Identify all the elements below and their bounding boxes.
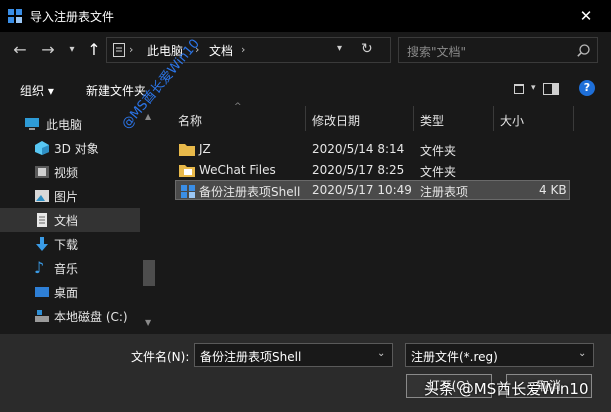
- picture-icon: [35, 190, 49, 202]
- nav-item-documents[interactable]: 文档: [0, 208, 140, 232]
- nav-item-label: 下载: [54, 238, 79, 252]
- address-history-chevron-icon[interactable]: ▾: [337, 43, 342, 54]
- folder-icon: [179, 144, 195, 156]
- search-box[interactable]: 搜索"文档": [398, 37, 598, 63]
- video-icon: [35, 166, 49, 178]
- column-divider[interactable]: [493, 106, 494, 131]
- filetype-value: 注册文件(*.reg): [411, 350, 498, 364]
- filename-input[interactable]: 备份注册表项Shell ⌄: [194, 343, 393, 367]
- nav-item-label: 文档: [54, 214, 79, 228]
- preview-pane-icon[interactable]: [543, 83, 559, 95]
- view-options-icon[interactable]: [514, 82, 528, 96]
- nav-item-local-disk-c[interactable]: 本地磁盘 (C:): [0, 304, 140, 328]
- view-options-chevron-icon[interactable]: ▾: [531, 83, 536, 93]
- back-arrow-icon[interactable]: ←: [10, 40, 30, 60]
- pc-icon: [25, 118, 39, 130]
- column-header-name[interactable]: 名称: [178, 112, 202, 134]
- watermark-footer: 头条 @MS酋长爱Win10: [424, 380, 589, 398]
- file-type: 文件夹: [420, 165, 457, 179]
- file-date: 2020/5/17 10:49: [312, 183, 412, 197]
- column-header-date[interactable]: 修改日期: [312, 112, 360, 134]
- file-row-backup-registry-shell[interactable]: 备份注册表项Shell 2020/5/17 10:49 注册表项 4 KB: [175, 180, 570, 200]
- forward-arrow-icon[interactable]: →: [38, 40, 58, 60]
- file-type: 注册表项: [420, 185, 469, 199]
- nav-item-3d-objects[interactable]: 3D 对象: [0, 136, 140, 160]
- nav-item-music[interactable]: ♪ 音乐: [0, 256, 140, 280]
- cube-icon: [35, 141, 49, 155]
- file-date: 2020/5/17 8:25: [312, 163, 405, 177]
- nav-item-label: 本地磁盘 (C:): [54, 310, 128, 324]
- nav-item-label: 图片: [54, 190, 79, 204]
- file-row-wechat-files[interactable]: WeChat Files 2020/5/17 8:25 文件夹: [175, 160, 570, 180]
- filename-history-chevron-icon[interactable]: ⌄: [377, 348, 385, 359]
- file-type: 文件夹: [420, 144, 457, 158]
- breadcrumb-separator-icon: ›: [129, 43, 134, 56]
- column-header-type[interactable]: 类型: [420, 112, 444, 134]
- up-arrow-icon[interactable]: ↑: [84, 40, 104, 60]
- nav-item-label: 视频: [54, 166, 79, 180]
- help-icon[interactable]: ?: [579, 80, 595, 96]
- file-name: 备份注册表项Shell: [199, 185, 301, 199]
- search-icon[interactable]: [577, 44, 590, 57]
- close-button[interactable]: ✕: [573, 4, 599, 28]
- filetype-select[interactable]: 注册文件(*.reg) ⌄: [405, 343, 594, 367]
- title-bar: 导入注册表文件 ✕: [0, 0, 611, 32]
- filetype-chevron-icon[interactable]: ⌄: [578, 348, 586, 359]
- breadcrumb-documents[interactable]: 文档: [209, 42, 233, 59]
- file-size: 4 KB: [539, 183, 567, 197]
- file-list: [160, 104, 611, 330]
- column-divider[interactable]: [573, 106, 574, 131]
- refresh-icon[interactable]: ↻: [361, 41, 373, 57]
- nav-item-label: 3D 对象: [54, 142, 99, 156]
- sort-ascending-icon: ^: [234, 102, 242, 112]
- nav-item-downloads[interactable]: 下载: [0, 232, 140, 256]
- command-toolbar: 组织 ▾ 新建文件夹 ▾ ?: [0, 74, 611, 104]
- desktop-icon: [35, 287, 49, 297]
- nav-pane-scrollbar[interactable]: [141, 112, 157, 326]
- folder-icon: [179, 165, 195, 177]
- file-date: 2020/5/14 8:14: [312, 142, 405, 156]
- music-icon: ♪: [34, 258, 45, 277]
- document-location-icon: [113, 43, 125, 57]
- organize-button[interactable]: 组织 ▾: [20, 82, 54, 99]
- nav-item-label: 音乐: [54, 262, 79, 276]
- drive-icon: [35, 310, 49, 322]
- column-header-size[interactable]: 大小: [500, 112, 524, 134]
- nav-item-pictures[interactable]: 图片: [0, 184, 140, 208]
- address-bar[interactable]: › 此电脑 › 文档 › ▾ ↻: [106, 37, 391, 63]
- document-icon: [37, 213, 47, 227]
- window-title: 导入注册表文件: [30, 10, 115, 24]
- registry-file-icon: [181, 185, 195, 198]
- download-icon: [36, 237, 48, 251]
- column-divider[interactable]: [305, 106, 306, 131]
- nav-item-label: 此电脑: [46, 118, 83, 132]
- column-divider[interactable]: [413, 106, 414, 131]
- recent-locations-chevron-icon[interactable]: ▾: [62, 40, 82, 60]
- filename-value: 备份注册表项Shell: [200, 350, 302, 364]
- breadcrumb-separator-icon: ›: [241, 43, 246, 56]
- file-name: JZ: [199, 142, 211, 156]
- registry-app-icon: [8, 9, 22, 23]
- dialog-footer: 文件名(N): 备份注册表项Shell ⌄ 注册文件(*.reg) ⌄ 打开(O…: [0, 334, 611, 412]
- nav-item-label: 桌面: [54, 286, 79, 300]
- filename-label: 文件名(N):: [131, 350, 190, 364]
- nav-item-videos[interactable]: 视频: [0, 160, 140, 184]
- scroll-down-arrow-icon[interactable]: ▼: [145, 318, 151, 327]
- file-name: WeChat Files: [199, 163, 276, 177]
- navigation-pane: 此电脑 3D 对象 视频 图片 文档 下载 ♪ 音乐 桌面 本地磁盘 (C:): [0, 112, 140, 328]
- search-input[interactable]: 搜索"文档": [407, 43, 466, 60]
- file-row-jz[interactable]: JZ 2020/5/14 8:14 文件夹: [175, 139, 570, 159]
- nav-item-desktop[interactable]: 桌面: [0, 280, 140, 304]
- nav-pane-scrollbar-thumb[interactable]: [143, 260, 155, 286]
